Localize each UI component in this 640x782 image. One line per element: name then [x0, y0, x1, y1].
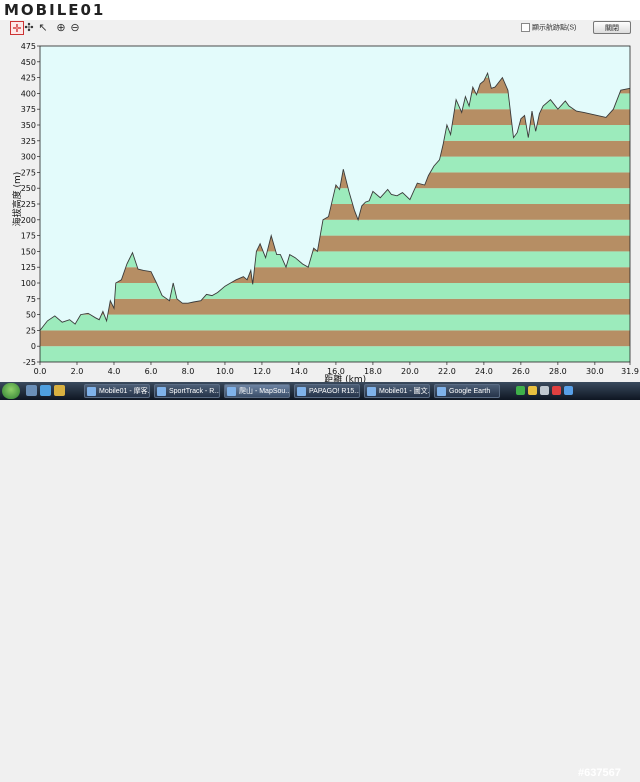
chart-svg: 4754504254003753503253002752502252001751… [11, 42, 639, 385]
toolbar: ✛ ✣ ↖ ⊕ ⊖ 顯示航跡點(S) 關閉 [0, 20, 640, 36]
y-tick-label: 450 [21, 58, 36, 67]
show-track-checkbox[interactable]: 顯示航跡點(S) [521, 23, 576, 33]
y-tick-label: 400 [21, 89, 36, 98]
pan-tool-button[interactable]: ✣ [22, 21, 36, 35]
taskbar-item-label: Google Earth [449, 388, 491, 395]
y-tick-label: 150 [21, 247, 36, 256]
app-icon [367, 387, 376, 396]
app-icon [157, 387, 166, 396]
app-icon [227, 387, 236, 396]
browser-icon[interactable] [40, 385, 51, 396]
y-tick-label: 75 [26, 295, 36, 304]
taskbar-item-google-earth[interactable]: Google Earth [434, 384, 500, 398]
x-tick-label: 6.0 [145, 367, 158, 376]
y-tick-label: 50 [26, 311, 36, 320]
taskbar-item-label: PAPAGO! R15... [309, 388, 360, 395]
taskbar: Mobile01 - 摩客... SportTrack - R... 爬山 - Ma… [0, 382, 640, 779]
elevation-band [40, 314, 630, 331]
show-track-label: 顯示航跡點(S) [532, 24, 577, 32]
y-tick-label: 0 [31, 342, 36, 351]
y-axis: 4754504254003753503253002752502252001751… [21, 42, 40, 367]
x-axis: 0.0 2.0 4.0 6.0 8.0 10.0 12.0 14.0 16.0 18.0 20.0 2… [34, 362, 639, 376]
x-tick-label: 10.0 [216, 367, 234, 376]
zoom-in-icon: ⊕ [56, 22, 66, 34]
x-tick-label: 28.0 [549, 367, 567, 376]
x-tick-label: 0.0 [34, 367, 47, 376]
y-tick-label: 200 [21, 216, 36, 225]
y-axis-label: 海拔高度 (m) [11, 172, 23, 227]
x-tick-label: 14.0 [290, 367, 308, 376]
taskbar-item-sporttrack[interactable]: SportTrack - R... [154, 384, 220, 398]
y-tick-label: 325 [21, 137, 36, 146]
title-bar: MOBILE01 [0, 0, 640, 20]
y-tick-label: 25 [26, 326, 36, 335]
network-icon[interactable] [516, 386, 525, 395]
taskbar-item-mobile01-b[interactable]: Mobile01 - 圖文... [364, 384, 430, 398]
app-icon [297, 387, 306, 396]
x-tick-label: 2.0 [71, 367, 84, 376]
arrow-cursor-icon: ↖ [38, 22, 48, 34]
y-tick-label: -25 [23, 358, 36, 367]
security-icon[interactable] [528, 386, 537, 395]
x-tick-label: 24.0 [475, 367, 493, 376]
taskbar-item-mobile01[interactable]: Mobile01 - 摩客... [84, 384, 150, 398]
y-tick-label: 250 [21, 184, 36, 193]
taskbar-item-mapsource[interactable]: 爬山 - MapSou... [224, 384, 290, 398]
elevation-band [40, 283, 630, 299]
zoom-out-icon: ⊖ [70, 22, 80, 34]
mobile01-logo: MOBILE01 [4, 1, 106, 19]
watermark-text: #637567 [578, 767, 621, 779]
alert-icon[interactable] [552, 386, 561, 395]
show-desktop-icon[interactable] [26, 385, 37, 396]
pan-cross-icon: ✣ [24, 22, 34, 34]
x-tick-label: 22.0 [438, 367, 456, 376]
taskbar-item-label: 爬山 - MapSou... [239, 388, 290, 395]
elevation-profile-chart: 475 450 425 400 375 350 325 300 275 250 225 200 175 1… [0, 36, 640, 385]
y-tick-label: 225 [21, 200, 36, 209]
y-tick-label: 350 [21, 121, 36, 130]
taskbar-item-papago[interactable]: PAPAGO! R15... [294, 384, 360, 398]
taskbar-item-label: Mobile01 - 圖文... [379, 388, 430, 395]
checkbox-box[interactable] [521, 23, 530, 32]
app-icon [87, 387, 96, 396]
x-tick-label: 18.0 [364, 367, 382, 376]
crosshair-icon: ✛ [12, 23, 22, 35]
x-axis-label: 距離 (km) [324, 373, 366, 382]
close-button[interactable]: 關閉 [593, 21, 631, 34]
elevation-band [40, 330, 630, 347]
y-tick-label: 125 [21, 263, 36, 272]
volume-icon[interactable] [540, 386, 549, 395]
y-tick-label: 375 [21, 105, 36, 114]
y-tick-label: 175 [21, 232, 36, 241]
taskbar-item-label: SportTrack - R... [169, 388, 220, 395]
x-tick-label: 12.0 [253, 367, 271, 376]
x-tick-label: 8.0 [182, 367, 195, 376]
start-button[interactable] [2, 383, 20, 399]
x-tick-label: 26.0 [512, 367, 530, 376]
app-icon [437, 387, 446, 396]
y-tick-label: 425 [21, 74, 36, 83]
x-tick-label: 20.0 [401, 367, 419, 376]
folder-icon[interactable] [54, 385, 65, 396]
y-tick-label: 275 [21, 168, 36, 177]
y-tick-label: 100 [21, 279, 36, 288]
zoom-in-button[interactable]: ⊕ [54, 21, 68, 35]
elevation-band [40, 346, 630, 362]
zoom-out-button[interactable]: ⊖ [68, 21, 82, 35]
elevation-band [40, 267, 630, 283]
pointer-tool-button[interactable]: ↖ [36, 21, 50, 35]
elevation-band [40, 298, 630, 315]
x-tick-label: 30.0 [586, 367, 604, 376]
language-icon[interactable] [564, 386, 573, 395]
y-tick-label: 300 [21, 153, 36, 162]
y-tick-label: 475 [21, 42, 36, 51]
x-tick-label: 4.0 [108, 367, 121, 376]
x-tick-label: 31.9 [621, 367, 639, 376]
taskbar-item-label: Mobile01 - 摩客... [99, 388, 150, 395]
